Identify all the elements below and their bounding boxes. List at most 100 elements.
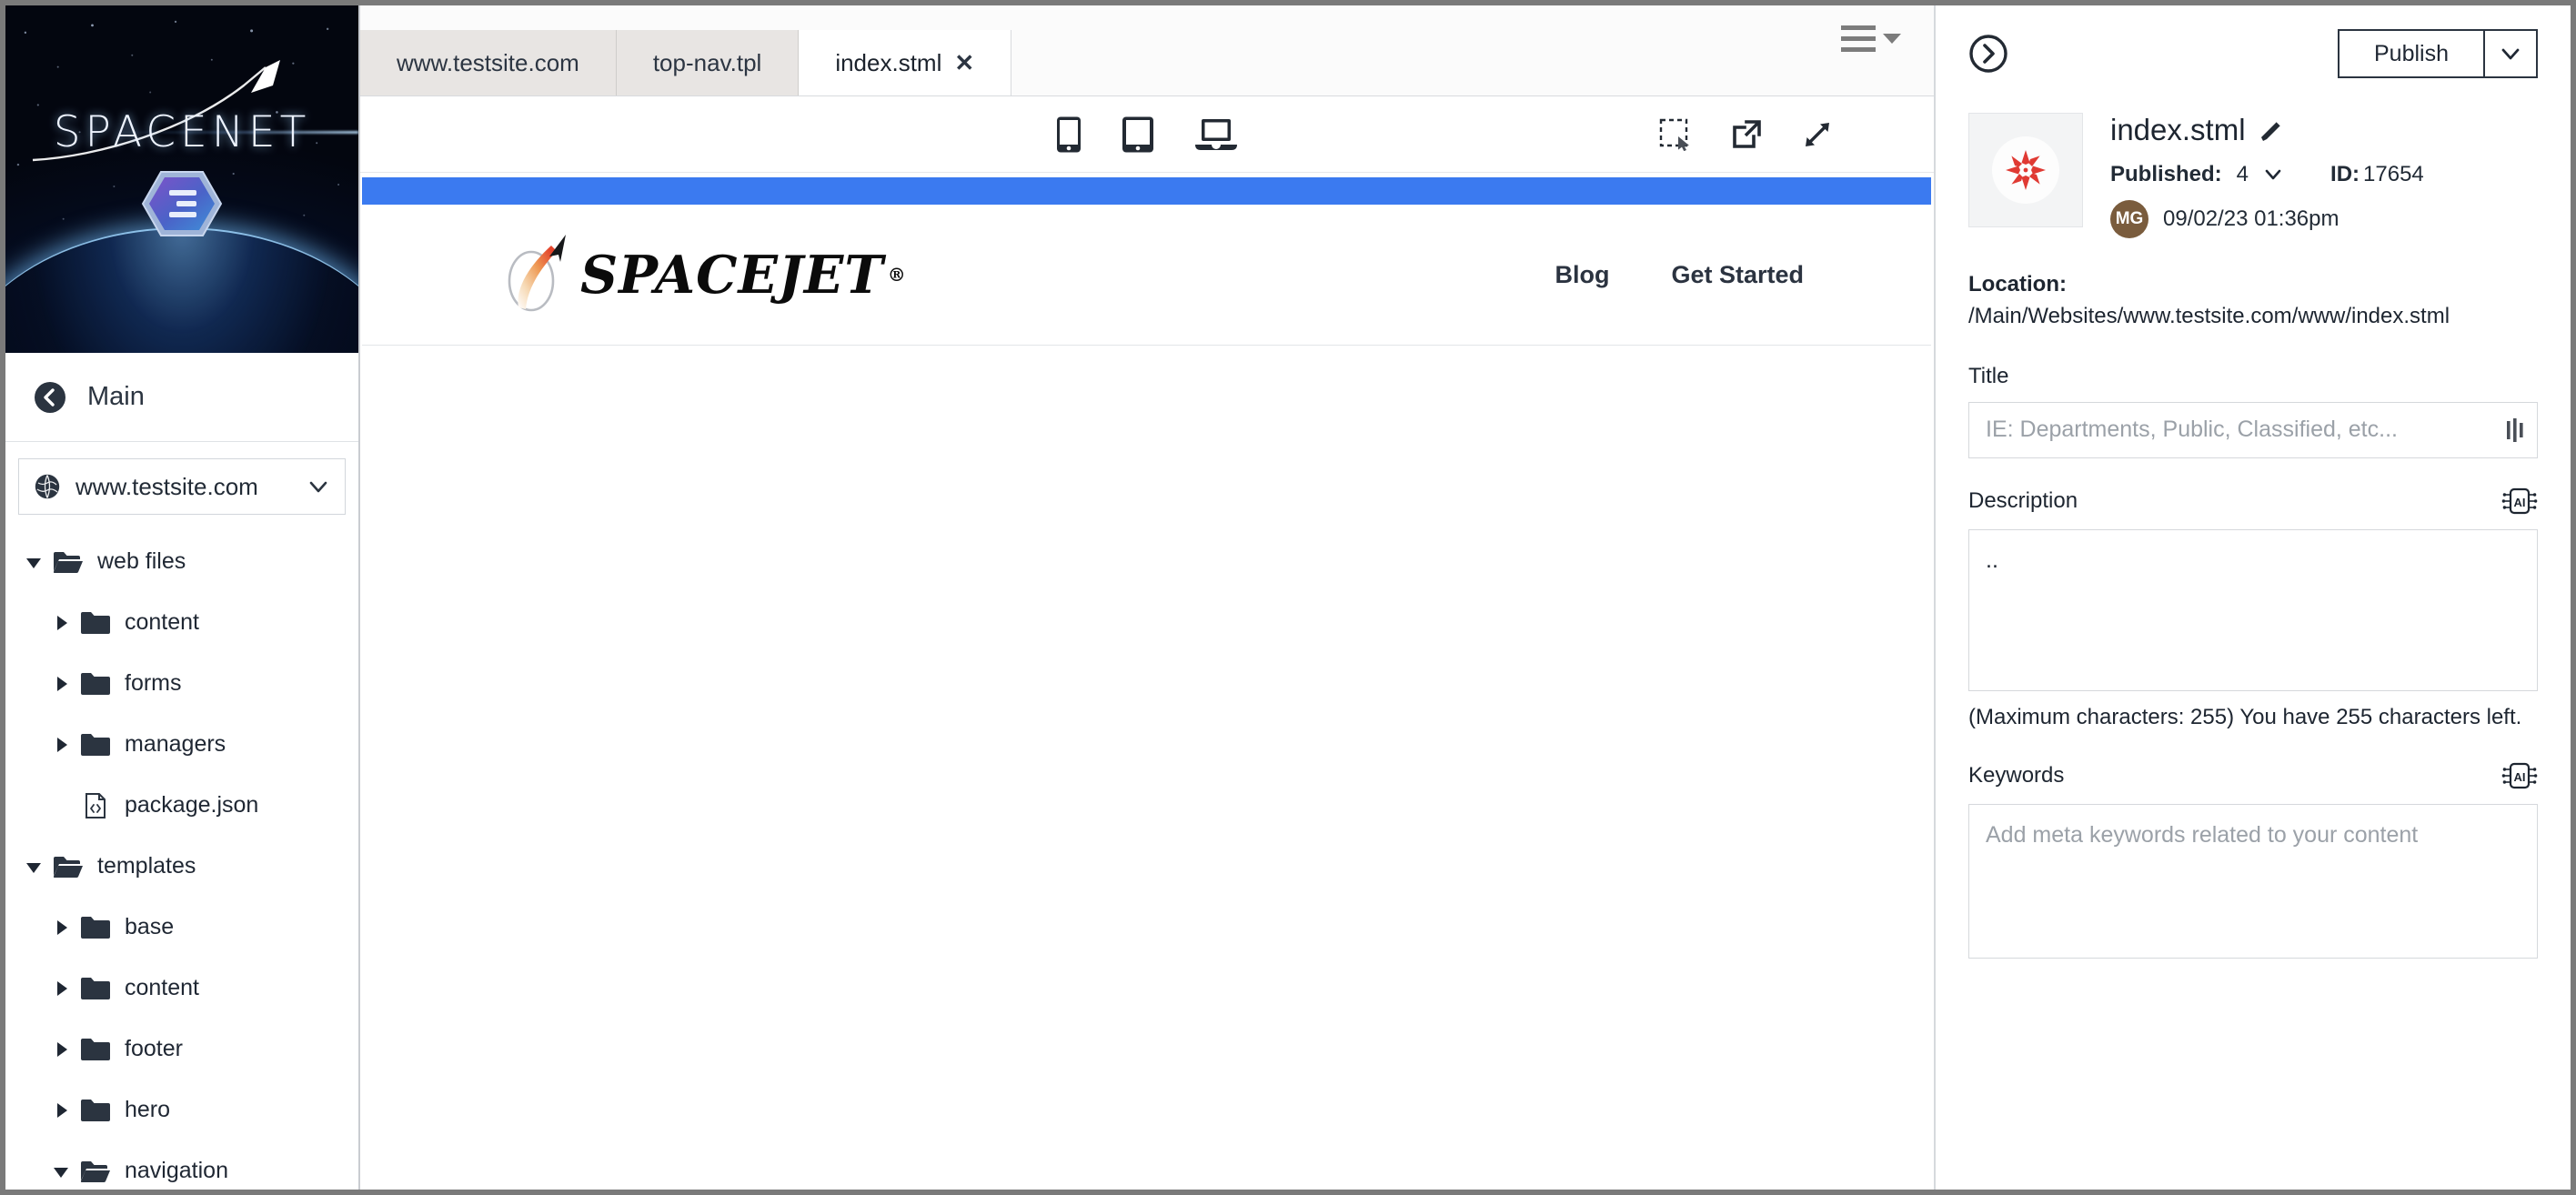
preview-actions bbox=[1659, 118, 1834, 151]
tree-item-label: content bbox=[125, 609, 200, 635]
tree-item-content[interactable]: content bbox=[5, 958, 358, 1019]
tree-item-web-files[interactable]: web files bbox=[5, 531, 358, 592]
tree-item-label: package.json bbox=[125, 792, 259, 818]
ai-chip-icon[interactable]: AI bbox=[2501, 760, 2538, 791]
tree-item-forms[interactable]: forms bbox=[5, 653, 358, 714]
pencil-icon[interactable] bbox=[2259, 118, 2283, 143]
tree-item-label: managers bbox=[125, 731, 226, 757]
description-helper-text: (Maximum characters: 255) You have 255 c… bbox=[1968, 704, 2522, 729]
file-name-row: index.stml bbox=[2110, 113, 2538, 147]
tab-top-nav-tpl[interactable]: top-nav.tpl bbox=[616, 30, 800, 95]
svg-text:AI: AI bbox=[2514, 496, 2526, 509]
preview-nav-link-blog[interactable]: Blog bbox=[1555, 261, 1609, 289]
tablet-icon[interactable] bbox=[1121, 115, 1155, 154]
folder-icon bbox=[80, 731, 111, 758]
tree-twisty-down-icon[interactable] bbox=[22, 855, 45, 879]
file-thumbnail bbox=[1968, 113, 2083, 227]
folder-icon bbox=[80, 1097, 111, 1124]
chevron-right-circle-icon[interactable] bbox=[1968, 34, 2008, 74]
device-size-group bbox=[1055, 115, 1239, 154]
preview-nav-link-get-started[interactable]: Get Started bbox=[1671, 261, 1804, 289]
folder-open-icon bbox=[53, 548, 84, 576]
tree-twisty-right-icon[interactable] bbox=[49, 916, 73, 939]
chevron-down-icon bbox=[309, 481, 327, 493]
tree-item-base[interactable]: base bbox=[5, 897, 358, 958]
tree-twisty-right-icon[interactable] bbox=[49, 977, 73, 1000]
tree-item-label: hero bbox=[125, 1097, 171, 1122]
modified-timestamp: 09/02/23 01:36pm bbox=[2163, 206, 2340, 231]
globe-icon bbox=[35, 474, 60, 499]
chevron-down-icon bbox=[2501, 48, 2520, 60]
tab-bar: www.testsite.com top-nav.tpl index.stml ✕ bbox=[360, 5, 1934, 96]
tab-www-testsite-com[interactable]: www.testsite.com bbox=[360, 30, 617, 95]
tree-item-managers[interactable]: managers bbox=[5, 714, 358, 775]
expand-arrows-icon[interactable] bbox=[1801, 118, 1834, 151]
keywords-label: Keywords bbox=[1968, 763, 2065, 788]
tree-item-label: content bbox=[125, 975, 200, 1000]
tab-label: www.testsite.com bbox=[397, 48, 579, 76]
file-tree[interactable]: web files content forms managers package.jso… bbox=[5, 527, 358, 1190]
tree-item-label: forms bbox=[125, 670, 182, 696]
tree-item-content[interactable]: content bbox=[5, 592, 358, 653]
publish-button[interactable]: Publish bbox=[2340, 31, 2483, 76]
hamburger-lines bbox=[1841, 25, 1876, 52]
keywords-textarea[interactable] bbox=[1968, 804, 2538, 959]
tree-twisty-down-icon[interactable] bbox=[49, 1160, 73, 1183]
keywords-label-row: Keywords AI bbox=[1968, 760, 2538, 791]
back-to-main-button[interactable]: Main bbox=[5, 353, 358, 442]
spacejet-mark-icon bbox=[508, 235, 566, 312]
title-input[interactable] bbox=[1968, 401, 2538, 458]
tab-label: top-nav.tpl bbox=[652, 48, 762, 76]
publish-dropdown-button[interactable] bbox=[2483, 31, 2536, 76]
description-label-row: Description AI bbox=[1968, 486, 2538, 517]
id-value: 17654 bbox=[2363, 162, 2424, 186]
folder-open-icon bbox=[80, 1158, 111, 1185]
tab-index-stml[interactable]: index.stml ✕ bbox=[799, 30, 1012, 95]
tree-item-footer[interactable]: footer bbox=[5, 1019, 358, 1080]
tree-item-hero[interactable]: hero bbox=[5, 1080, 358, 1140]
tree-item-templates[interactable]: templates bbox=[5, 836, 358, 897]
laptop-icon[interactable] bbox=[1193, 116, 1239, 153]
tree-item-label: templates bbox=[97, 853, 196, 879]
tree-twisty-down-icon[interactable] bbox=[22, 550, 45, 574]
menu-caret-icon bbox=[1883, 34, 1901, 44]
properties-panel: Publish index.stml Published: 4 ID: 1765… bbox=[1934, 5, 2571, 1190]
folder-icon bbox=[80, 670, 111, 698]
description-textarea[interactable] bbox=[1968, 528, 2538, 691]
chevron-down-icon[interactable] bbox=[2263, 165, 2283, 185]
description-label: Description bbox=[1968, 487, 2078, 513]
location-label: Location: bbox=[1968, 272, 2067, 296]
external-link-icon[interactable] bbox=[1730, 118, 1763, 151]
variable-insert-icon[interactable] bbox=[2505, 417, 2525, 442]
spacejet-logo: SPACEJET ® bbox=[495, 233, 907, 316]
preview-content-area bbox=[362, 346, 1931, 1190]
version-hex-badge bbox=[141, 171, 223, 236]
mobile-icon[interactable] bbox=[1055, 115, 1082, 154]
tab-close-icon[interactable]: ✕ bbox=[954, 49, 974, 77]
hamburger-menu-icon[interactable] bbox=[1841, 25, 1901, 52]
site-preview: SPACEJET ® Blog Get Started bbox=[360, 173, 1934, 1190]
select-region-icon[interactable] bbox=[1659, 118, 1692, 151]
tree-twisty-right-icon[interactable] bbox=[49, 1099, 73, 1122]
id-label: ID: bbox=[2330, 162, 2360, 186]
tree-twisty-right-icon[interactable] bbox=[49, 733, 73, 757]
site-selector[interactable]: www.testsite.com bbox=[18, 458, 346, 515]
location-block: Location: /Main/Websites/www.testsite.co… bbox=[1968, 269, 2538, 333]
app-window: SPACENET Main www.testsite.com web files… bbox=[5, 5, 2571, 1190]
tree-item-package-json[interactable]: package.json bbox=[5, 775, 358, 836]
title-label: Title bbox=[1968, 363, 2009, 388]
tree-item-navigation[interactable]: navigation bbox=[5, 1140, 358, 1190]
ai-chip-icon[interactable]: AI bbox=[2501, 486, 2538, 517]
spacejet-trademark: ® bbox=[887, 264, 907, 286]
site-name: www.testsite.com bbox=[75, 472, 258, 500]
tree-twisty-right-icon[interactable] bbox=[49, 611, 73, 635]
file-name: index.stml bbox=[2110, 113, 2246, 146]
svg-text:AI: AI bbox=[2514, 770, 2526, 784]
tree-twisty-right-icon[interactable] bbox=[49, 672, 73, 696]
preview-site-header: SPACEJET ® Blog Get Started bbox=[362, 205, 1931, 346]
avatar: MG bbox=[2110, 200, 2148, 238]
preview-nav: Blog Get Started bbox=[1555, 261, 1804, 289]
file-meta-row: Published: 4 ID: 17654 bbox=[2110, 162, 2538, 187]
tree-twisty-right-icon[interactable] bbox=[49, 1038, 73, 1061]
folder-icon bbox=[80, 914, 111, 941]
